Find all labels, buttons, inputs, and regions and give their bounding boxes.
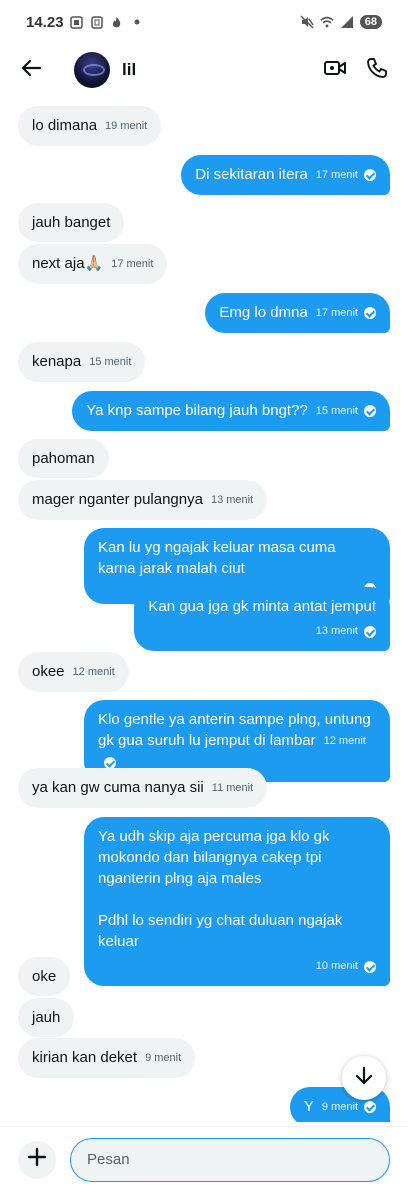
- message-bubble-outgoing[interactable]: Ya knp sampe bilang jauh bngt?? 15 menit: [72, 391, 390, 431]
- message-time: 19 menit: [105, 119, 148, 132]
- dot-icon: [130, 15, 144, 29]
- status-left: 14.23: [26, 14, 144, 31]
- arrow-down-icon: [355, 1066, 373, 1091]
- message-input[interactable]: [87, 1151, 373, 1168]
- plus-icon: [27, 1147, 47, 1172]
- back-button[interactable]: [16, 55, 46, 85]
- message-bubble-incoming[interactable]: lo dimana 19 menit: [18, 106, 162, 146]
- message-bubble-outgoing[interactable]: Kan gua jga gk minta antat jemput 13 men…: [134, 587, 390, 651]
- sent-check-icon: [364, 960, 376, 973]
- flame-icon: [110, 15, 124, 29]
- message-text: Di sekitaran itera: [195, 166, 308, 183]
- add-media-button[interactable]: [18, 1140, 56, 1179]
- message-time: 12 menit: [72, 665, 115, 678]
- message-time: 17 menit: [315, 306, 358, 319]
- back-arrow-icon: [20, 59, 42, 82]
- screenshot-icon: [70, 15, 84, 29]
- sent-check-icon: [364, 169, 376, 182]
- message-bubble-incoming[interactable]: jauh banget: [18, 203, 125, 242]
- message-text-paragraph: Pdhl lo sendiri yg chat duluan ngajak ke…: [98, 912, 343, 950]
- message-time: 17 menit: [111, 257, 154, 270]
- message-bubble-incoming[interactable]: mager nganter pulangnya 13 menit: [18, 480, 268, 520]
- message-bubble-incoming[interactable]: oke: [18, 957, 71, 996]
- signal-icon: [340, 15, 354, 29]
- message-time: 15 menit: [89, 355, 132, 368]
- message-time: 10 menit: [315, 960, 358, 972]
- message-bubble-incoming[interactable]: next aja🙏🏼 17 menit: [18, 244, 168, 284]
- scroll-to-bottom-button[interactable]: [342, 1056, 386, 1100]
- sent-check-icon: [364, 405, 376, 418]
- conversation-header: lil: [0, 44, 408, 96]
- message-text: oke: [32, 968, 57, 985]
- video-call-button[interactable]: [320, 55, 350, 85]
- mute-icon: [300, 15, 314, 29]
- message-bubble-outgoing[interactable]: Di sekitaran itera 17 menit: [181, 155, 390, 195]
- message-text: Kan lu yg ngajak keluar masa cuma karna …: [98, 539, 336, 577]
- message-text: mager nganter pulangnya: [32, 491, 203, 508]
- message-text: ya kan gw cuma nanya sii: [32, 779, 204, 796]
- sent-check-icon: [364, 307, 376, 320]
- avatar[interactable]: [74, 52, 110, 88]
- message-bubble-incoming[interactable]: pahoman: [18, 439, 109, 478]
- message-composer: [0, 1126, 408, 1192]
- message-text: Kan gua jga gk minta antat jemput: [148, 598, 376, 615]
- sim-icon: [90, 15, 104, 29]
- message-text: Emg lo dmna: [219, 304, 308, 321]
- video-call-icon: [323, 58, 347, 83]
- message-time: 9 menit: [145, 1051, 182, 1064]
- message-text: jauh banget: [32, 214, 111, 231]
- message-list[interactable]: lo dimana 19 menit Di sekitaran itera 17 m…: [0, 100, 408, 1122]
- status-time: 14.23: [26, 13, 64, 31]
- contact-name[interactable]: lil: [122, 60, 308, 80]
- status-bar: 14.23 68: [0, 0, 408, 44]
- message-text: lo dimana: [32, 117, 98, 134]
- message-time: 13 menit: [315, 625, 358, 637]
- message-meta: 13 menit: [148, 621, 376, 642]
- wifi-icon: [320, 15, 334, 29]
- sent-check-icon: [364, 1101, 376, 1114]
- message-text: jauh: [32, 1009, 61, 1026]
- message-bubble-incoming[interactable]: kenapa 15 menit: [18, 342, 146, 382]
- message-time: 17 menit: [315, 168, 358, 181]
- status-right: 68: [300, 15, 382, 29]
- message-time: 15 menit: [315, 404, 358, 417]
- message-text: okee: [32, 663, 65, 680]
- phone-call-button[interactable]: [362, 55, 392, 85]
- message-text: kirian kan deket: [32, 1049, 138, 1066]
- battery-indicator: 68: [359, 15, 382, 29]
- message-bubble-incoming[interactable]: jauh: [18, 998, 75, 1037]
- message-bubble-incoming[interactable]: kirian kan deket 9 menit: [18, 1038, 196, 1078]
- message-text: next aja🙏🏼: [32, 255, 104, 272]
- message-text: Ya knp sampe bilang jauh bngt??: [86, 402, 308, 419]
- phone-call-icon: [366, 57, 388, 84]
- message-bubble-outgoing[interactable]: Ya udh skip aja percuma jga klo gk mokon…: [84, 817, 390, 986]
- message-time: 13 menit: [210, 493, 254, 506]
- message-bubble-outgoing[interactable]: Emg lo dmna 17 menit: [205, 293, 390, 333]
- message-bubble-incoming[interactable]: ya kan gw cuma nanya sii 11 menit: [18, 768, 268, 808]
- sent-check-icon: [104, 756, 116, 769]
- message-time: 11 menit: [211, 781, 254, 794]
- message-text: Y: [303, 1098, 314, 1115]
- message-input-wrapper[interactable]: [70, 1137, 390, 1182]
- message-bubble-incoming[interactable]: okee 12 menit: [18, 652, 129, 692]
- sent-check-icon: [364, 625, 376, 638]
- message-text: pahoman: [32, 450, 95, 467]
- message-text: kenapa: [32, 353, 82, 370]
- message-text: Ya udh skip aja percuma jga klo gk mokon…: [98, 828, 330, 887]
- message-time: 12 menit: [323, 734, 366, 747]
- message-time: 9 menit: [321, 1100, 358, 1113]
- message-meta: 10 menit: [98, 956, 376, 977]
